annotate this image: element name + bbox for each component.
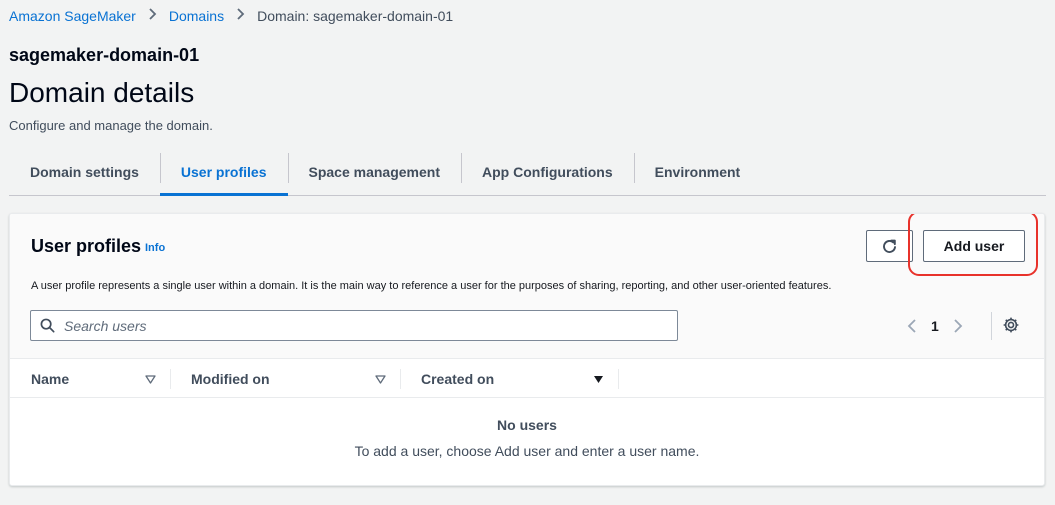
column-label: Name <box>31 371 70 387</box>
refresh-icon <box>881 238 898 255</box>
search-box <box>30 310 678 341</box>
sort-caret-icon <box>593 375 604 384</box>
tab-app-configurations[interactable]: App Configurations <box>461 148 634 195</box>
column-divider <box>400 369 401 389</box>
tab-user-profiles[interactable]: User profiles <box>159 148 288 196</box>
add-user-button[interactable]: Add user <box>923 230 1025 262</box>
table-header: Name Modified on Created on <box>10 358 1044 398</box>
page-number[interactable]: 1 <box>931 318 939 334</box>
search-icon <box>40 318 55 333</box>
column-label: Modified on <box>191 371 270 387</box>
container-header: User profiles Info Add user A user profi… <box>10 214 1044 358</box>
chevron-right-icon[interactable] <box>953 318 963 334</box>
column-header-name[interactable]: Name <box>31 359 159 399</box>
container-title: User profiles <box>31 236 142 256</box>
breadcrumb: Amazon SageMaker Domains Domain: sagemak… <box>9 7 453 24</box>
breadcrumb-link-sagemaker[interactable]: Amazon SageMaker <box>9 8 136 24</box>
column-header-modified-on[interactable]: Modified on <box>191 359 391 399</box>
chevron-right-icon <box>236 7 245 24</box>
page-title: Domain details <box>9 77 195 108</box>
empty-state-description: To add a user, choose Add user and enter… <box>354 443 700 459</box>
chevron-right-icon <box>148 7 157 24</box>
tab-bar: Domain settings User profiles Space mana… <box>9 148 1046 196</box>
tab-domain-settings[interactable]: Domain settings <box>9 148 160 195</box>
tab-environment[interactable]: Environment <box>633 148 762 195</box>
column-divider <box>618 369 619 389</box>
breadcrumb-current: Domain: sagemaker-domain-01 <box>257 7 454 24</box>
domain-name: sagemaker-domain-01 <box>9 45 200 65</box>
sort-caret-icon <box>375 374 386 384</box>
user-profiles-container: User profiles Info Add user A user profi… <box>9 213 1045 486</box>
refresh-button[interactable] <box>866 230 913 262</box>
container-description: A user profile represents a single user … <box>31 280 832 292</box>
empty-state-title: No users <box>497 417 557 433</box>
column-divider <box>170 369 171 389</box>
settings-gear-icon[interactable] <box>1002 316 1020 334</box>
column-label: Created on <box>421 371 495 387</box>
page-description: Configure and manage the domain. <box>9 118 213 133</box>
search-input[interactable] <box>64 317 677 334</box>
breadcrumb-link-domains[interactable]: Domains <box>169 8 224 24</box>
pagination: 1 <box>907 315 963 337</box>
pager-divider <box>991 312 992 340</box>
info-link[interactable]: Info <box>145 242 165 254</box>
tab-space-management[interactable]: Space management <box>287 148 462 195</box>
column-header-created-on[interactable]: Created on <box>421 359 611 399</box>
sort-caret-icon <box>145 374 156 384</box>
chevron-left-icon[interactable] <box>907 318 917 334</box>
